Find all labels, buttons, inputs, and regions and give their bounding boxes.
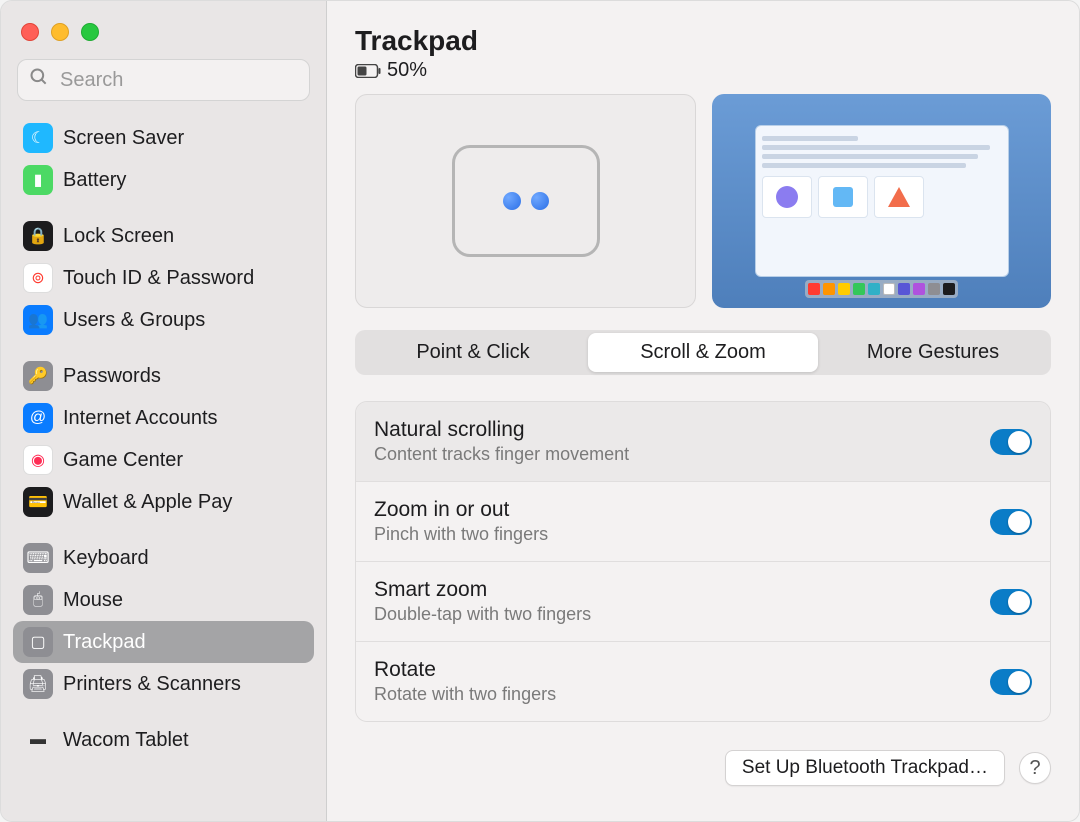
battery-status: 50% — [355, 59, 1051, 82]
sidebar-icon: 🖱 — [23, 585, 53, 615]
sidebar-icon: ◉ — [23, 445, 53, 475]
finger-dot — [531, 192, 549, 210]
page-title: Trackpad — [355, 25, 1051, 57]
sidebar-item[interactable]: 💳 Wallet & Apple Pay — [13, 481, 314, 523]
demo-app-window — [755, 125, 1009, 277]
sidebar-item-label: Trackpad — [63, 631, 146, 654]
sidebar-icon: ▮ — [23, 165, 53, 195]
setting-desc: Content tracks finger movement — [374, 444, 990, 465]
toggle-switch[interactable] — [990, 509, 1032, 535]
sidebar-icon: 🖨 — [23, 669, 53, 699]
sidebar-icon: 👥 — [23, 305, 53, 335]
setting-row: RotateRotate with two fingers — [356, 642, 1050, 721]
battery-percent: 50% — [387, 59, 427, 82]
sidebar-item[interactable]: @ Internet Accounts — [13, 397, 314, 439]
sidebar-item-label: Passwords — [63, 365, 161, 388]
sidebar-item[interactable]: ▢ Trackpad — [13, 621, 314, 663]
sidebar-icon: ☾ — [23, 123, 53, 153]
sidebar-item-label: Wacom Tablet — [63, 729, 189, 752]
search-wrap — [17, 59, 310, 101]
gesture-preview — [355, 94, 696, 308]
sidebar-item-label: Internet Accounts — [63, 407, 218, 430]
setting-desc: Double-tap with two fingers — [374, 604, 990, 625]
sidebar-icon: ⊚ — [23, 263, 53, 293]
main-pane: Trackpad 50% — [327, 1, 1079, 821]
sidebar-item[interactable]: ▮ Battery — [13, 159, 314, 201]
setting-title: Natural scrolling — [374, 418, 990, 442]
sidebar-item[interactable]: ◉ Game Center — [13, 439, 314, 481]
sidebar-item[interactable]: 👥 Users & Groups — [13, 299, 314, 341]
sidebar-item-label: Printers & Scanners — [63, 673, 241, 696]
dock-app — [868, 283, 880, 295]
zoom-window-button[interactable] — [81, 23, 99, 41]
trackpad-illustration — [452, 145, 600, 257]
toggle-switch[interactable] — [990, 429, 1032, 455]
help-button[interactable]: ? — [1019, 752, 1051, 784]
minimize-window-button[interactable] — [51, 23, 69, 41]
sidebar-nav: ☾ Screen Saver ▮ Battery 🔒 Lock Screen ⊚ Touch … — [13, 117, 314, 809]
dock-app — [823, 283, 835, 295]
demo-dock — [805, 280, 958, 298]
setup-bluetooth-button[interactable]: Set Up Bluetooth Trackpad… — [725, 750, 1005, 786]
sidebar-icon: 💳 — [23, 487, 53, 517]
tab[interactable]: Scroll & Zoom — [588, 333, 818, 372]
sidebar-item-label: Battery — [63, 169, 126, 192]
sidebar-item-label: Touch ID & Password — [63, 267, 254, 290]
dock-app — [838, 283, 850, 295]
dock-app — [883, 283, 895, 295]
settings-list: Natural scrollingContent tracks finger m… — [355, 401, 1051, 722]
sidebar-icon: 🔒 — [23, 221, 53, 251]
setting-desc: Pinch with two fingers — [374, 524, 990, 545]
footer-row: Set Up Bluetooth Trackpad… ? — [355, 750, 1051, 786]
sidebar-item-label: Lock Screen — [63, 225, 174, 248]
setting-row: Zoom in or outPinch with two fingers — [356, 482, 1050, 562]
toggle-switch[interactable] — [990, 669, 1032, 695]
dock-app — [898, 283, 910, 295]
setting-row: Natural scrollingContent tracks finger m… — [356, 402, 1050, 482]
setting-title: Rotate — [374, 658, 990, 682]
dock-app — [943, 283, 955, 295]
sidebar-item[interactable]: ▬ Wacom Tablet — [13, 719, 314, 761]
sidebar-item[interactable]: ⊚ Touch ID & Password — [13, 257, 314, 299]
finger-dot — [503, 192, 521, 210]
toggle-switch[interactable] — [990, 589, 1032, 615]
sidebar-icon: ▢ — [23, 627, 53, 657]
tab[interactable]: More Gestures — [818, 333, 1048, 372]
sidebar-item-label: Users & Groups — [63, 309, 205, 332]
sidebar-icon: ▬ — [23, 725, 53, 755]
sidebar-item[interactable]: ⌨ Keyboard — [13, 537, 314, 579]
dock-app — [853, 283, 865, 295]
desktop-preview — [712, 94, 1051, 308]
dock-app — [808, 283, 820, 295]
tab-bar: Point & ClickScroll & ZoomMore Gestures — [355, 330, 1051, 375]
preview-row — [355, 94, 1051, 308]
search-input[interactable] — [17, 59, 310, 101]
setting-desc: Rotate with two fingers — [374, 684, 990, 705]
sidebar-item[interactable]: ☾ Screen Saver — [13, 117, 314, 159]
settings-window: ☾ Screen Saver ▮ Battery 🔒 Lock Screen ⊚ Touch … — [0, 0, 1080, 822]
dock-app — [913, 283, 925, 295]
setting-title: Zoom in or out — [374, 498, 990, 522]
sidebar-icon: @ — [23, 403, 53, 433]
setting-title: Smart zoom — [374, 578, 990, 602]
sidebar-item[interactable]: 🔑 Passwords — [13, 355, 314, 397]
sidebar-item[interactable]: 🖱 Mouse — [13, 579, 314, 621]
sidebar-icon: 🔑 — [23, 361, 53, 391]
battery-icon — [355, 64, 381, 78]
sidebar-item[interactable]: 🔒 Lock Screen — [13, 215, 314, 257]
sidebar-item-label: Game Center — [63, 449, 183, 472]
tab[interactable]: Point & Click — [358, 333, 588, 372]
sidebar-item-label: Keyboard — [63, 547, 149, 570]
sidebar-icon: ⌨ — [23, 543, 53, 573]
setting-row: Smart zoomDouble-tap with two fingers — [356, 562, 1050, 642]
sidebar-item-label: Mouse — [63, 589, 123, 612]
close-window-button[interactable] — [21, 23, 39, 41]
window-controls — [13, 19, 314, 59]
sidebar-item[interactable]: 🖨 Printers & Scanners — [13, 663, 314, 705]
sidebar-item-label: Wallet & Apple Pay — [63, 491, 232, 514]
sidebar-item-label: Screen Saver — [63, 127, 184, 150]
dock-app — [928, 283, 940, 295]
search-icon — [29, 67, 49, 93]
sidebar: ☾ Screen Saver ▮ Battery 🔒 Lock Screen ⊚ Touch … — [1, 1, 327, 821]
